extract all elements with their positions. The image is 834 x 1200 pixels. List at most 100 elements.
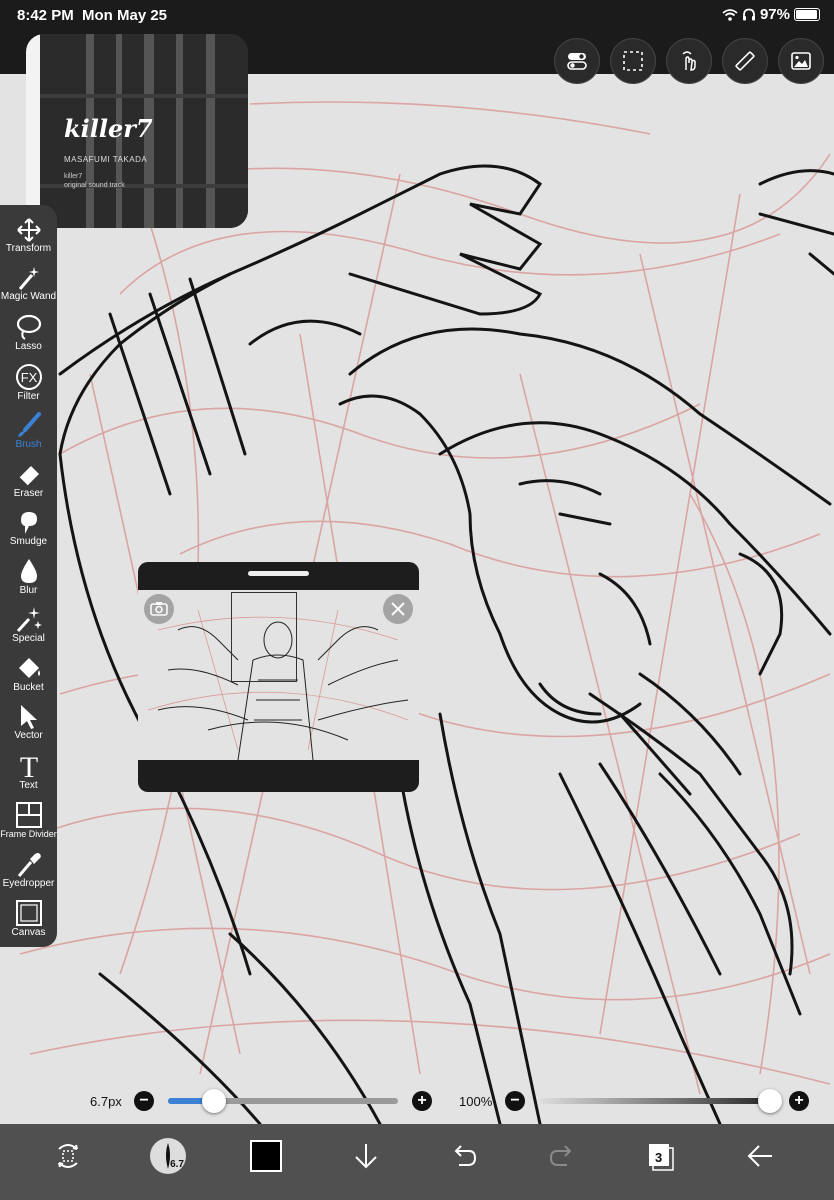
tool-label: Magic Wand [0, 291, 57, 302]
tool-bucket[interactable]: Bucket [0, 654, 57, 693]
tool-label: Blur [19, 585, 38, 596]
tool-transform[interactable]: Transform [0, 217, 57, 254]
import-button[interactable] [346, 1136, 386, 1176]
headphones-icon [742, 8, 755, 21]
brush-size-increase-button[interactable]: + [412, 1091, 432, 1111]
tool-label: Smudge [9, 536, 48, 547]
tool-smudge[interactable]: Smudge [0, 508, 57, 547]
tool-label: Transform [5, 243, 52, 254]
tool-label: Bucket [13, 682, 44, 693]
tool-vector[interactable]: Vector [0, 702, 57, 741]
gesture-icon [682, 51, 696, 71]
special-sparkle-icon [16, 607, 42, 633]
brush-size-decrease-button[interactable]: − [134, 1091, 154, 1111]
tool-blur[interactable]: Blur [0, 557, 57, 596]
arrow-left-icon [747, 1145, 772, 1167]
ruler-icon [735, 51, 755, 71]
gesture-button[interactable] [666, 38, 712, 84]
back-button[interactable] [740, 1136, 780, 1176]
minus-icon: − [510, 1092, 520, 1109]
album-artist: MASAFUMI TAKADA [64, 155, 148, 164]
tool-label: Lasso [15, 341, 42, 352]
text-icon: T [19, 751, 37, 780]
opacity-slider-thumb[interactable] [758, 1089, 782, 1113]
brush-size-badge: 6.7 [170, 1159, 184, 1170]
battery-icon [794, 8, 820, 21]
rotate-canvas-icon [58, 1144, 78, 1168]
redo-icon [549, 1145, 572, 1166]
tool-eyedropper[interactable]: Eyedropper [0, 850, 57, 889]
canvas-icon [15, 900, 42, 926]
brush-sliders: 6.7px − + 100% − + [0, 1086, 834, 1116]
navigator-preview[interactable] [138, 590, 419, 760]
tool-text[interactable]: T Text [0, 750, 57, 791]
tool-label: Frame Divider [0, 829, 57, 839]
navigator-viewport-frame[interactable] [231, 592, 297, 682]
layers-toggle-button[interactable] [554, 38, 600, 84]
minus-icon: − [139, 1092, 149, 1109]
tool-label: Eraser [13, 488, 44, 499]
picture-in-picture-video[interactable]: killer7 MASAFUMI TAKADA killer7 original… [26, 34, 248, 228]
svg-text:T: T [19, 751, 37, 780]
layers-button[interactable]: 3 [640, 1136, 680, 1176]
tool-frame-divider[interactable]: Frame Divider [0, 801, 57, 840]
camera-icon [150, 602, 168, 616]
tool-lasso[interactable]: Lasso [0, 313, 57, 352]
plus-icon: + [417, 1092, 427, 1109]
undo-icon [454, 1145, 477, 1166]
fx-icon: FX [15, 364, 42, 390]
brush-size-selector-button[interactable]: 6.7 [148, 1136, 188, 1176]
bottom-bar: 6.7 3 [0, 1124, 834, 1200]
gallery-button[interactable] [778, 38, 824, 84]
navigator-drag-handle[interactable] [248, 571, 309, 576]
tool-palette: Transform Magic Wand Lasso FX Filter Bru… [0, 205, 57, 947]
current-color-swatch [250, 1140, 282, 1172]
status-date: Mon May 25 [82, 7, 168, 24]
tool-filter[interactable]: FX Filter [0, 363, 57, 402]
plus-icon: + [794, 1092, 804, 1109]
color-swatch-button[interactable] [246, 1136, 286, 1176]
undo-button[interactable] [444, 1136, 484, 1176]
tool-label: Brush [15, 439, 42, 450]
tool-label: Canvas [11, 927, 46, 938]
arrow-down-icon [355, 1144, 377, 1169]
selection-icon [623, 51, 643, 71]
tool-brush[interactable]: Brush [0, 411, 57, 450]
tool-label: Special [12, 633, 45, 644]
transform-icon [16, 218, 41, 242]
album-line-2: original sound track [64, 182, 125, 189]
brush-icon [17, 412, 41, 437]
opacity-slider-track[interactable] [540, 1098, 778, 1104]
tool-label: Vector [14, 730, 43, 741]
navigator-close-button[interactable] [383, 594, 413, 624]
opacity-increase-button[interactable]: + [789, 1091, 809, 1111]
album-line-1: killer7 [64, 173, 83, 180]
brush-size-value: 6.7px [90, 1094, 122, 1109]
navigator-window[interactable] [138, 562, 419, 792]
battery-percent: 97% [759, 6, 790, 23]
brush-size-slider-thumb[interactable] [202, 1089, 226, 1113]
tool-canvas[interactable]: Canvas [0, 899, 57, 938]
frame-divider-icon [15, 802, 42, 828]
blur-drop-icon [20, 559, 37, 583]
tool-eraser[interactable]: Eraser [0, 460, 57, 499]
tool-label: Filter [17, 391, 40, 402]
quick-menu-button[interactable] [48, 1136, 88, 1176]
tool-special[interactable]: Special [0, 605, 57, 644]
layer-count: 3 [655, 1150, 663, 1165]
tool-magic-wand[interactable]: Magic Wand [0, 265, 57, 302]
eyedropper-icon [17, 853, 41, 877]
ruler-button[interactable] [722, 38, 768, 84]
redo-button[interactable] [542, 1136, 582, 1176]
bucket-icon [18, 658, 40, 678]
opacity-decrease-button[interactable]: − [505, 1091, 525, 1111]
status-bar: 8:42 PM Mon May 25 97% [0, 0, 834, 30]
status-right: 97% [722, 6, 820, 23]
tool-label: Eyedropper [2, 878, 55, 889]
selection-button[interactable] [610, 38, 656, 84]
navigator-camera-button[interactable] [144, 594, 174, 624]
album-sleeve [26, 34, 40, 228]
toggle-icon [567, 53, 587, 70]
vector-arrow-icon [20, 705, 37, 729]
smudge-icon [20, 512, 37, 534]
